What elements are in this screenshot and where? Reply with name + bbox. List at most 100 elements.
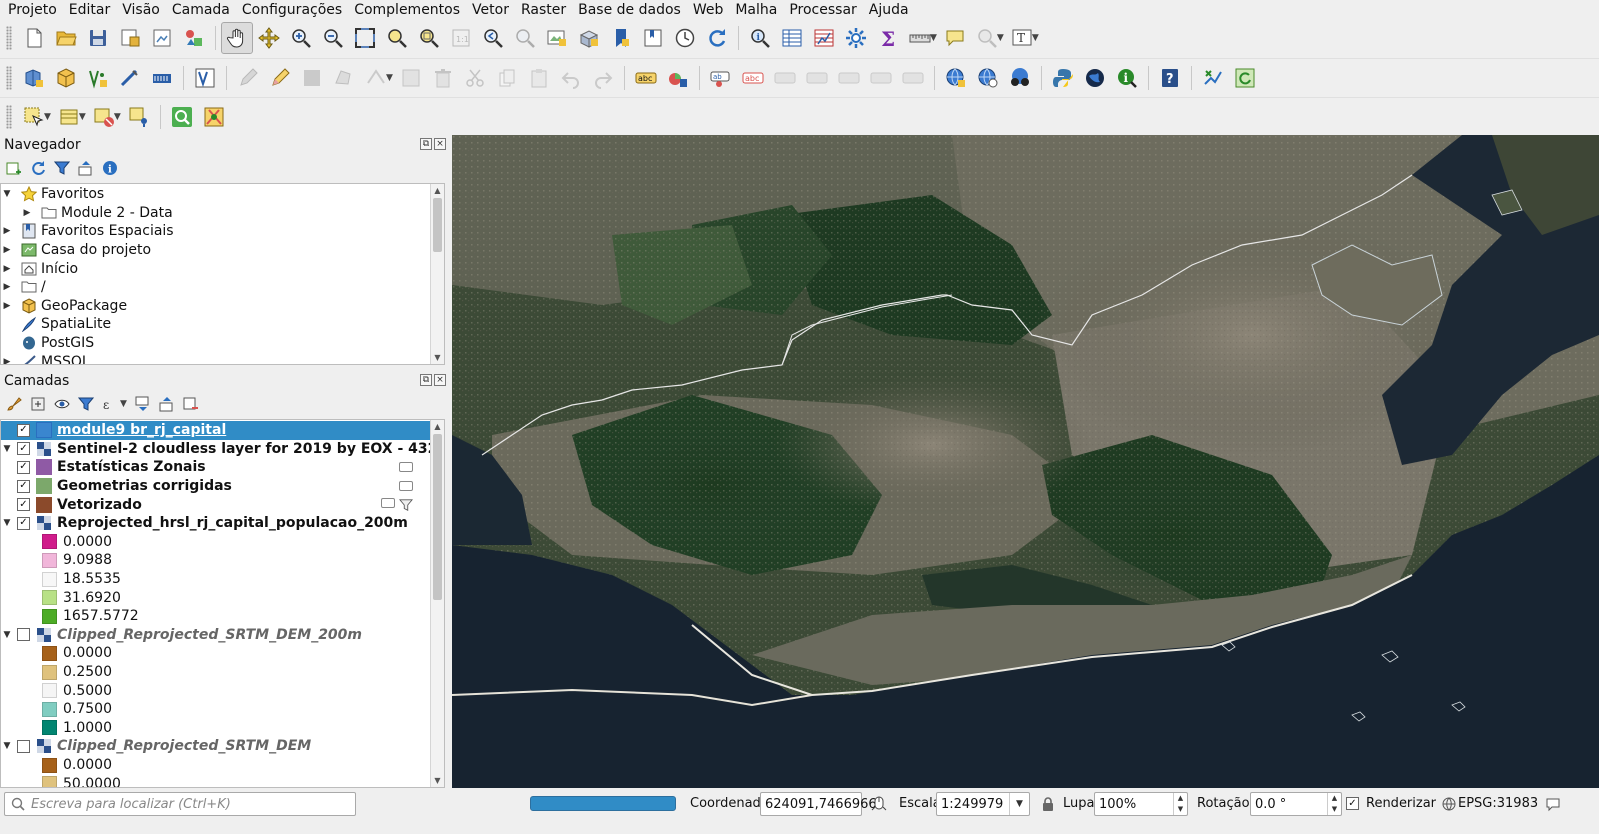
georeferencer-button[interactable]: [1197, 62, 1229, 94]
menu-vetor[interactable]: Vetor: [466, 1, 515, 19]
zoom-full-button[interactable]: [349, 22, 381, 54]
panel-float-button[interactable]: ⧉: [420, 374, 432, 386]
nav-item-spatialite[interactable]: SpatiaLite: [1, 315, 111, 334]
zoom-native-button[interactable]: 1:1: [445, 22, 477, 54]
zoom-to-layer-button[interactable]: [413, 22, 445, 54]
rotation-spinbox[interactable]: 0.0 ° ▲ ▼: [1250, 792, 1342, 816]
layer-visibility-checkbox[interactable]: ✓: [17, 423, 30, 437]
menu-complementos[interactable]: Complementos: [348, 1, 466, 19]
collapse-all-button[interactable]: [76, 158, 96, 178]
layer-row-vetorizado[interactable]: ✓ Vetorizado: [1, 495, 431, 514]
menu-processar[interactable]: Processar: [783, 1, 862, 19]
pin-labels-button[interactable]: ab: [705, 62, 737, 94]
manage-map-themes-button[interactable]: [52, 394, 72, 414]
editable-indicator-icon[interactable]: [381, 497, 395, 508]
modify-attributes-button[interactable]: [395, 62, 427, 94]
collapse-arrow-icon[interactable]: ▼: [1, 630, 13, 640]
crs-globe-icon[interactable]: [1442, 797, 1456, 811]
nav-item-geopackage[interactable]: ▶ GeoPackage: [1, 297, 128, 316]
expand-arrow-icon[interactable]: ▶: [1, 264, 13, 274]
properties-widget-button[interactable]: i: [100, 158, 120, 178]
layer-visibility-checkbox[interactable]: [17, 628, 30, 642]
nav-item-root[interactable]: ▶ /: [1, 278, 46, 297]
layer-row-geometrias-corrigidas[interactable]: ✓ Geometrias corrigidas: [1, 477, 431, 496]
layer-labeling-button[interactable]: abc: [630, 62, 662, 94]
expand-arrow-icon[interactable]: ▶: [1, 226, 13, 236]
menu-projeto[interactable]: Projeto: [2, 1, 63, 19]
menu-ajuda[interactable]: Ajuda: [863, 1, 915, 19]
locator-search-field[interactable]: Escreva para localizar (Ctrl+K): [4, 792, 356, 816]
measure-dropdown-icon[interactable]: ▼: [930, 33, 937, 43]
menu-configuracoes[interactable]: Configurações: [236, 1, 348, 19]
filter-browser-button[interactable]: [52, 158, 72, 178]
select-features-value-button[interactable]: [971, 22, 1003, 54]
pan-map-button[interactable]: [221, 22, 253, 54]
nav-item-casa-do-projeto[interactable]: ▶ Casa do projeto: [1, 241, 152, 260]
map-tips-button[interactable]: [939, 22, 971, 54]
lock-icon[interactable]: [1041, 796, 1055, 812]
layer-row-module9-br-rj-capital[interactable]: ✓ module9 br_rj_capital: [1, 421, 431, 440]
save-as-button[interactable]: [114, 22, 146, 54]
chevron-down-icon[interactable]: ▼: [1009, 793, 1029, 815]
scroll-thumb[interactable]: [433, 198, 442, 252]
menu-visao[interactable]: Visão: [116, 1, 166, 19]
identify-features-button[interactable]: i: [744, 22, 776, 54]
zoom-to-selection-button[interactable]: [381, 22, 413, 54]
save-edits-button[interactable]: [296, 62, 328, 94]
messages-bubble-icon[interactable]: [1545, 796, 1561, 812]
move-label-button[interactable]: [833, 62, 865, 94]
refresh-button[interactable]: [701, 22, 733, 54]
collapse-arrow-icon[interactable]: ▼: [1, 444, 13, 454]
show-bookmarks-button[interactable]: [637, 22, 669, 54]
statistics-button[interactable]: [808, 22, 840, 54]
scroll-up-arrow-icon[interactable]: ▲: [431, 420, 444, 433]
layer-row-estatisticas-zonais[interactable]: ✓ Estatísticas Zonais: [1, 458, 431, 477]
help-button[interactable]: ?: [1154, 62, 1186, 94]
expand-arrow-icon[interactable]: ▶: [21, 208, 33, 218]
annotation-dropdown-icon[interactable]: ▼: [1032, 33, 1039, 43]
paste-features-button[interactable]: [523, 62, 555, 94]
current-edits-button[interactable]: [232, 62, 264, 94]
remove-layer-button[interactable]: [181, 394, 201, 414]
map-canvas[interactable]: [452, 135, 1599, 788]
panel-float-button[interactable]: ⧉: [420, 138, 432, 150]
zoom-in-button[interactable]: [285, 22, 317, 54]
menu-camada[interactable]: Camada: [166, 1, 236, 19]
open-project-button[interactable]: [50, 22, 82, 54]
scroll-up-arrow-icon[interactable]: ▲: [431, 184, 444, 197]
collapse-all-layers-button[interactable]: [157, 394, 177, 414]
nav-item-postgis[interactable]: PostGIS: [1, 334, 94, 353]
show-unplaced-labels-button[interactable]: abc: [737, 62, 769, 94]
filter-indicator-icon[interactable]: [399, 498, 413, 512]
layer-visibility-checkbox[interactable]: ✓: [17, 479, 30, 493]
processing-toolbox-button[interactable]: [840, 22, 872, 54]
panel-close-button[interactable]: ×: [434, 138, 446, 150]
collapse-arrow-icon[interactable]: ▼: [1, 518, 13, 528]
new-3d-view-button[interactable]: [573, 22, 605, 54]
spin-arrows-icon[interactable]: ▲ ▼: [1327, 793, 1341, 815]
deselect-dropdown-icon[interactable]: ▼: [114, 112, 121, 122]
expand-arrow-icon[interactable]: ▶: [1, 282, 13, 292]
editable-indicator-icon[interactable]: [399, 462, 413, 473]
show-hide-labels-button[interactable]: [801, 62, 833, 94]
toggle-editing-button[interactable]: [264, 62, 296, 94]
metasearch-button[interactable]: [1004, 62, 1036, 94]
copy-features-button[interactable]: [491, 62, 523, 94]
new-virtual-layer-button[interactable]: [146, 62, 178, 94]
navigator-scrollbar[interactable]: ▲ ▼: [430, 184, 444, 364]
scroll-down-arrow-icon[interactable]: ▼: [431, 774, 444, 787]
add-wfs-layer-button[interactable]: [972, 62, 1004, 94]
expand-arrow-icon[interactable]: ▶: [1, 245, 13, 255]
locator-search-button[interactable]: [166, 101, 198, 133]
vertex-tool-button[interactable]: [360, 62, 392, 94]
temporal-controller-button[interactable]: [669, 22, 701, 54]
menu-raster[interactable]: Raster: [515, 1, 572, 19]
new-geopackage-layer-button[interactable]: [50, 62, 82, 94]
magnifier-spinbox[interactable]: 100% ▲ ▼: [1094, 792, 1188, 816]
layer-visibility-checkbox[interactable]: ✓: [17, 498, 30, 512]
delete-selected-button[interactable]: [427, 62, 459, 94]
new-temporary-layer-button[interactable]: [114, 62, 146, 94]
menu-malha[interactable]: Malha: [729, 1, 783, 19]
render-checkbox[interactable]: ✓: [1346, 797, 1359, 810]
refresh-navigator-button[interactable]: [28, 158, 48, 178]
